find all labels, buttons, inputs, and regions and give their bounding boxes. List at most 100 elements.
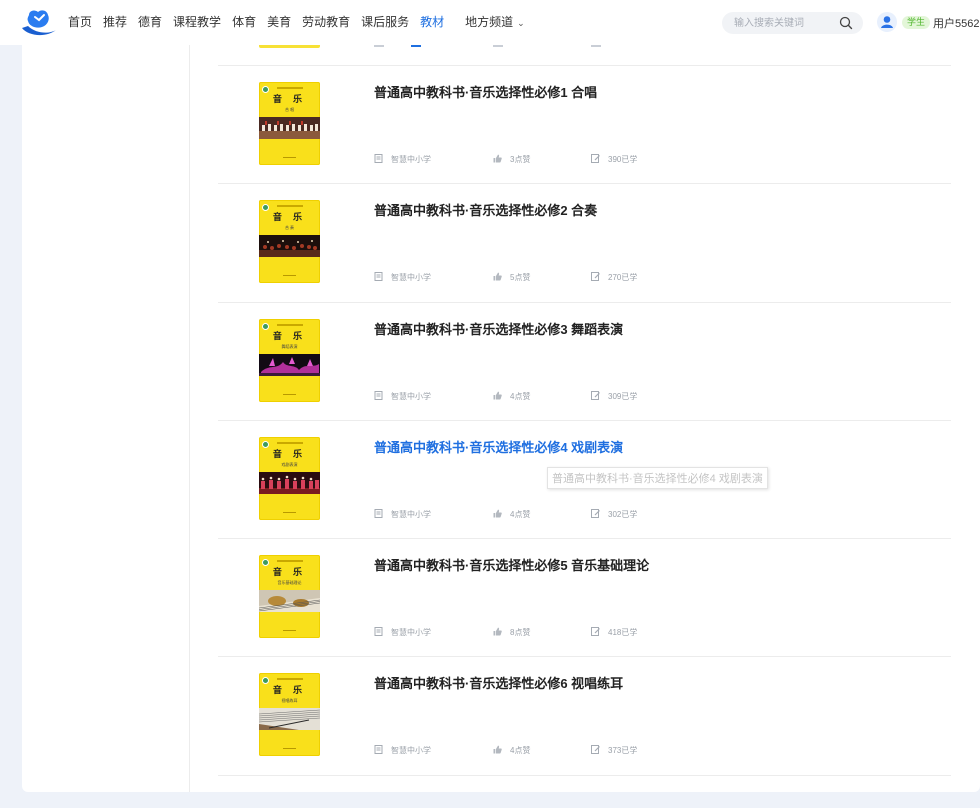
previous-meta-icon xyxy=(374,45,384,47)
cover-photo-drama xyxy=(259,471,320,494)
nav-sports[interactable]: 体育 xyxy=(232,0,256,45)
nav-arts[interactable]: 美育 xyxy=(267,0,291,45)
previous-meta-icon-active xyxy=(411,45,421,47)
book-title[interactable]: 普通高中教科书·音乐选择性必修2 合奏 xyxy=(374,200,597,219)
textbook-row[interactable]: 音 乐 舞蹈表演 普通高中教科书·音乐选择性必修3 舞蹈表演 智慧中小学 4点赞 xyxy=(218,303,951,421)
publisher-label: 智慧中小学 xyxy=(391,391,431,401)
cover-photo-dance xyxy=(259,353,320,376)
book-title[interactable]: 普通高中教科书·音乐选择性必修6 视唱练耳 xyxy=(374,673,623,692)
main-nav: 首页 推荐 德育 课程教学 体育 美育 劳动教育 课后服务 教材 地方频道 ⌄ xyxy=(68,0,536,45)
content-card: 音 乐 合 唱 普通高中教科书·音乐选择性必修1 合唱 智慧中小学 3点赞 39… xyxy=(22,45,980,792)
likes-count: 8点赞 xyxy=(510,628,531,638)
left-panel xyxy=(22,45,190,792)
book-title[interactable]: 普通高中教科书·音乐选择性必修1 合唱 xyxy=(374,82,597,101)
learned-count: 270已学 xyxy=(608,273,638,283)
thumbs-up-icon xyxy=(493,627,502,636)
likes-count: 4点赞 xyxy=(510,391,531,401)
learned-count: 309已学 xyxy=(608,391,638,401)
search-box xyxy=(722,12,863,34)
cover-subtitle: 合 奏 xyxy=(284,225,295,231)
role-badge: 学生 xyxy=(902,16,931,29)
likes-count: 4点赞 xyxy=(510,746,531,756)
cover-title: 音 乐 xyxy=(272,331,307,342)
cover-publisher-line xyxy=(277,560,303,563)
cover-footer-line xyxy=(283,511,296,513)
thumbs-up-icon xyxy=(493,509,502,518)
cover-publisher-line xyxy=(277,205,303,208)
username[interactable]: 用户5562 xyxy=(933,15,979,31)
document-icon xyxy=(374,390,383,400)
cover-photo-sheet-music xyxy=(259,708,320,731)
document-icon xyxy=(374,745,383,755)
nav-after-school[interactable]: 课后服务 xyxy=(361,0,409,45)
likes-count: 4点赞 xyxy=(510,509,531,519)
book-title[interactable]: 普通高中教科书·音乐选择性必修4 戏剧表演 xyxy=(374,437,623,456)
previous-row-tail xyxy=(218,45,951,66)
nav-local-channel[interactable]: 地方频道 ⌄ xyxy=(465,0,525,45)
likes-count: 5点赞 xyxy=(510,273,531,283)
book-cover[interactable]: 音 乐 舞蹈表演 xyxy=(259,318,320,402)
previous-cover-edge xyxy=(259,45,320,48)
book-cover[interactable]: 音 乐 音乐基础理论 xyxy=(259,555,320,639)
book-cover[interactable]: 音 乐 合 唱 xyxy=(259,82,320,165)
cover-subtitle: 合 唱 xyxy=(284,107,295,112)
cover-photo-choir xyxy=(259,117,320,139)
cover-footer-line xyxy=(283,630,296,632)
publisher-label: 智慧中小学 xyxy=(391,273,431,283)
learned-count: 390已学 xyxy=(608,155,638,164)
cover-subtitle: 视唱练耳 xyxy=(281,698,298,704)
textbook-row[interactable]: 音 乐 合 奏 普通高中教科书·音乐选择性必修2 合奏 智慧中小学 5点赞 27… xyxy=(218,184,951,303)
nav-textbooks[interactable]: 教材 xyxy=(420,0,444,45)
book-title[interactable]: 普通高中教科书·音乐选择性必修3 舞蹈表演 xyxy=(374,319,623,338)
site-logo-icon[interactable] xyxy=(20,8,58,36)
cover-publisher-line xyxy=(277,87,303,89)
document-icon xyxy=(374,272,383,282)
book-cover[interactable]: 音 乐 视唱练耳 xyxy=(259,673,320,757)
title-tooltip: 普通高中教科书·音乐选择性必修4 戏剧表演 xyxy=(547,466,768,489)
edit-note-icon xyxy=(591,627,600,637)
nav-local-channel-label: 地方频道 xyxy=(465,15,514,29)
thumbs-up-icon xyxy=(493,746,502,754)
textbook-row[interactable]: 音 乐 戏剧表演 普通高中教科书·音乐选择性必修4 戏剧表演 普通高中教科书·音… xyxy=(218,421,951,540)
previous-meta-icon xyxy=(591,45,601,47)
publisher-label: 智慧中小学 xyxy=(391,746,431,756)
search-input[interactable] xyxy=(734,15,834,31)
edit-note-icon xyxy=(591,272,600,282)
book-cover[interactable]: 音 乐 合 奏 xyxy=(259,200,320,284)
cover-title: 音 乐 xyxy=(272,213,307,224)
textbook-row[interactable]: 音 乐 音乐基础理论 普通高中教科书·音乐选择性必修5 音乐基础理论 智慧中小学… xyxy=(218,539,951,658)
book-title[interactable]: 普通高中教科书·音乐选择性必修5 音乐基础理论 xyxy=(374,555,649,574)
document-icon xyxy=(374,508,383,518)
cover-subtitle: 音乐基础理论 xyxy=(277,580,302,586)
nav-moral-education[interactable]: 德育 xyxy=(138,0,162,45)
nav-home[interactable]: 首页 xyxy=(68,0,92,45)
thumbs-up-icon xyxy=(493,272,502,281)
nav-course-teaching[interactable]: 课程教学 xyxy=(173,0,221,45)
cover-title: 音 乐 xyxy=(272,568,307,579)
nav-recommend[interactable]: 推荐 xyxy=(103,0,127,45)
chevron-down-icon: ⌄ xyxy=(517,18,525,28)
user-avatar-icon[interactable] xyxy=(877,12,897,32)
textbook-row[interactable]: 音 乐 合 唱 普通高中教科书·音乐选择性必修1 合唱 智慧中小学 3点赞 39… xyxy=(218,66,951,185)
book-cover[interactable]: 音 乐 戏剧表演 xyxy=(259,436,320,520)
cover-publisher-line xyxy=(277,323,303,326)
top-navigation-bar: 首页 推荐 德育 课程教学 体育 美育 劳动教育 课后服务 教材 地方频道⌄ 学… xyxy=(0,0,980,45)
cover-subtitle: 戏剧表演 xyxy=(281,461,298,467)
cover-title: 音 乐 xyxy=(272,449,307,460)
edit-note-icon xyxy=(591,390,600,400)
nav-labor-education[interactable]: 劳动教育 xyxy=(302,0,350,45)
edit-note-icon xyxy=(591,154,600,163)
cover-footer-line xyxy=(283,748,296,750)
edit-note-icon xyxy=(591,745,600,755)
likes-count: 3点赞 xyxy=(510,155,531,164)
cover-publisher-line xyxy=(277,678,303,681)
cover-publisher-line xyxy=(277,441,303,444)
document-icon xyxy=(374,627,383,637)
textbook-row[interactable]: 音 乐 视唱练耳 普通高中教科书·音乐选择性必修6 视唱练耳 智慧中小学 4点赞 xyxy=(218,657,951,776)
edit-note-icon xyxy=(591,508,600,518)
cover-footer-line xyxy=(283,393,296,395)
search-icon[interactable] xyxy=(839,16,853,30)
cover-photo-orchestra xyxy=(259,235,320,258)
cover-photo-instruments xyxy=(259,590,320,613)
thumbs-up-icon xyxy=(493,154,502,163)
